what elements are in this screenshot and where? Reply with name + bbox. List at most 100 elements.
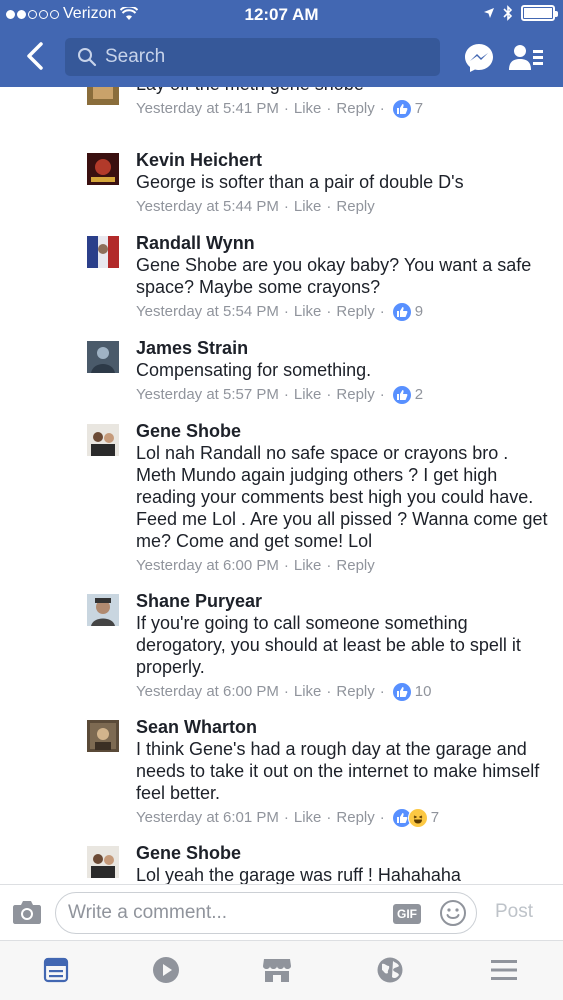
comment-text: Lay off the meth gene shobe xyxy=(136,87,551,95)
messenger-icon[interactable] xyxy=(463,42,495,74)
comment-time[interactable]: Yesterday at 5:54 PM xyxy=(136,301,279,323)
comment-composer: GIF Post xyxy=(0,884,563,940)
tab-video[interactable] xyxy=(151,955,181,985)
like-reaction-icon xyxy=(391,302,412,322)
like-link[interactable]: Like xyxy=(294,555,322,577)
reaction-summary[interactable]: 2 xyxy=(391,384,424,406)
gif-button[interactable]: GIF xyxy=(393,904,421,924)
notifications-globe-icon xyxy=(377,957,403,983)
top-bar: Verizon 12:07 AM xyxy=(0,0,563,87)
search-input[interactable] xyxy=(105,46,405,68)
comment-meta: Yesterday at 6:00 PM · Like · Reply xyxy=(136,555,551,577)
like-link[interactable]: Like xyxy=(294,301,322,323)
like-reaction-icon xyxy=(391,99,412,119)
avatar[interactable] xyxy=(87,87,119,105)
comment-author[interactable]: Gene Shobe xyxy=(136,842,551,864)
post-button[interactable]: Post xyxy=(495,901,533,923)
comment-author[interactable]: James Strain xyxy=(136,337,551,359)
reply-link[interactable]: Reply xyxy=(336,301,374,323)
friend-requests-icon[interactable] xyxy=(508,42,544,74)
comment-text: Lol nah Randall no safe space or crayons… xyxy=(136,443,548,551)
reaction-count: 9 xyxy=(414,303,424,320)
camera-icon[interactable] xyxy=(12,899,42,925)
comment-meta: Yesterday at 5:41 PM · Like · Reply · 7 xyxy=(136,98,551,120)
reply-link[interactable]: Reply xyxy=(336,807,374,829)
bluetooth-icon xyxy=(503,5,513,21)
comment-input-box[interactable]: GIF xyxy=(55,892,477,934)
tab-marketplace[interactable] xyxy=(262,955,292,985)
chevron-left-icon xyxy=(27,42,43,70)
bottom-tab-bar xyxy=(0,940,563,1000)
avatar[interactable] xyxy=(87,594,119,626)
reply-link[interactable]: Reply xyxy=(336,98,374,120)
marketplace-icon xyxy=(263,959,291,982)
comment-list: Lay off the meth gene shobe Yesterday at… xyxy=(0,87,563,884)
back-button[interactable] xyxy=(18,36,52,76)
reply-link[interactable]: Reply xyxy=(336,555,374,577)
like-link[interactable]: Like xyxy=(294,196,322,218)
location-arrow-icon xyxy=(484,8,494,18)
battery-icon xyxy=(521,5,558,21)
tab-menu[interactable] xyxy=(489,955,519,985)
tab-news-feed[interactable] xyxy=(41,955,71,985)
comment-text: George is softer than a pair of double D… xyxy=(136,172,464,192)
nav-bar xyxy=(0,30,563,87)
reaction-summary[interactable]: 10 xyxy=(391,681,432,703)
comment-time[interactable]: Yesterday at 6:00 PM xyxy=(136,681,279,703)
comment-meta: Yesterday at 5:54 PM · Like · Reply · 9 xyxy=(136,301,551,323)
comment-time[interactable]: Yesterday at 5:44 PM xyxy=(136,196,279,218)
reaction-summary[interactable]: 9 xyxy=(391,301,424,323)
tab-notifications[interactable] xyxy=(375,955,405,985)
like-link[interactable]: Like xyxy=(294,681,322,703)
avatar[interactable] xyxy=(87,153,119,185)
like-link[interactable]: Like xyxy=(294,384,322,406)
haha-reaction-icon xyxy=(407,808,428,828)
comment-input[interactable] xyxy=(68,902,378,924)
comment-time[interactable]: Yesterday at 6:01 PM xyxy=(136,807,279,829)
menu-icon xyxy=(491,960,517,980)
sticker-smiley-icon[interactable] xyxy=(439,899,467,927)
clock: 12:07 AM xyxy=(244,5,319,24)
comment-text: Gene Shobe are you okay baby? You want a… xyxy=(136,255,532,297)
like-reaction-icon xyxy=(391,385,412,405)
comment-author[interactable]: Kevin Heichert xyxy=(136,149,551,171)
like-link[interactable]: Like xyxy=(294,98,322,120)
comment-meta: Yesterday at 5:57 PM · Like · Reply · 2 xyxy=(136,384,551,406)
search-icon xyxy=(78,48,97,67)
like-link[interactable]: Like xyxy=(294,807,322,829)
comment-author[interactable]: Sean Wharton xyxy=(136,716,551,738)
status-bar: Verizon 12:07 AM xyxy=(0,0,563,30)
reaction-count: 7 xyxy=(414,100,424,117)
avatar[interactable] xyxy=(87,720,119,752)
comment-text: I think Gene's had a rough day at the ga… xyxy=(136,739,540,803)
comment-time[interactable]: Yesterday at 5:57 PM xyxy=(136,384,279,406)
news-feed-icon xyxy=(43,957,69,983)
status-right xyxy=(483,5,558,21)
comment-text: Compensating for something. xyxy=(136,360,372,380)
search-bar[interactable] xyxy=(65,38,440,76)
comment-time[interactable]: Yesterday at 6:00 PM xyxy=(136,555,279,577)
comment-time[interactable]: Yesterday at 5:41 PM xyxy=(136,98,279,120)
like-reaction-icon xyxy=(391,682,412,702)
avatar[interactable] xyxy=(87,424,119,456)
reaction-count: 2 xyxy=(414,386,424,403)
comment-author[interactable]: Randall Wynn xyxy=(136,232,551,254)
comment-meta: Yesterday at 6:00 PM · Like · Reply · 10 xyxy=(136,681,551,703)
comment-text: Lol yeah the garage was ruff ! Hahahaha xyxy=(136,865,461,884)
comment-author[interactable]: Gene Shobe xyxy=(136,420,551,442)
avatar[interactable] xyxy=(87,846,119,878)
avatar[interactable] xyxy=(87,236,119,268)
comment-meta: Yesterday at 6:01 PM · Like · Reply · 7 xyxy=(136,807,551,829)
comment-meta: Yesterday at 5:44 PM · Like · Reply xyxy=(136,196,551,218)
reply-link[interactable]: Reply xyxy=(336,196,374,218)
reply-link[interactable]: Reply xyxy=(336,681,374,703)
reaction-count: 7 xyxy=(430,809,440,826)
reaction-summary[interactable]: 7 xyxy=(391,807,440,829)
facebook-comments-screen: Verizon 12:07 AM Search Yesterday at 5:4… xyxy=(0,0,563,1000)
video-icon xyxy=(153,957,179,983)
comment-author[interactable]: Shane Puryear xyxy=(136,590,551,612)
reaction-summary[interactable]: 7 xyxy=(391,98,424,120)
avatar[interactable] xyxy=(87,341,119,373)
reply-link[interactable]: Reply xyxy=(336,384,374,406)
reaction-count: 10 xyxy=(414,683,432,700)
